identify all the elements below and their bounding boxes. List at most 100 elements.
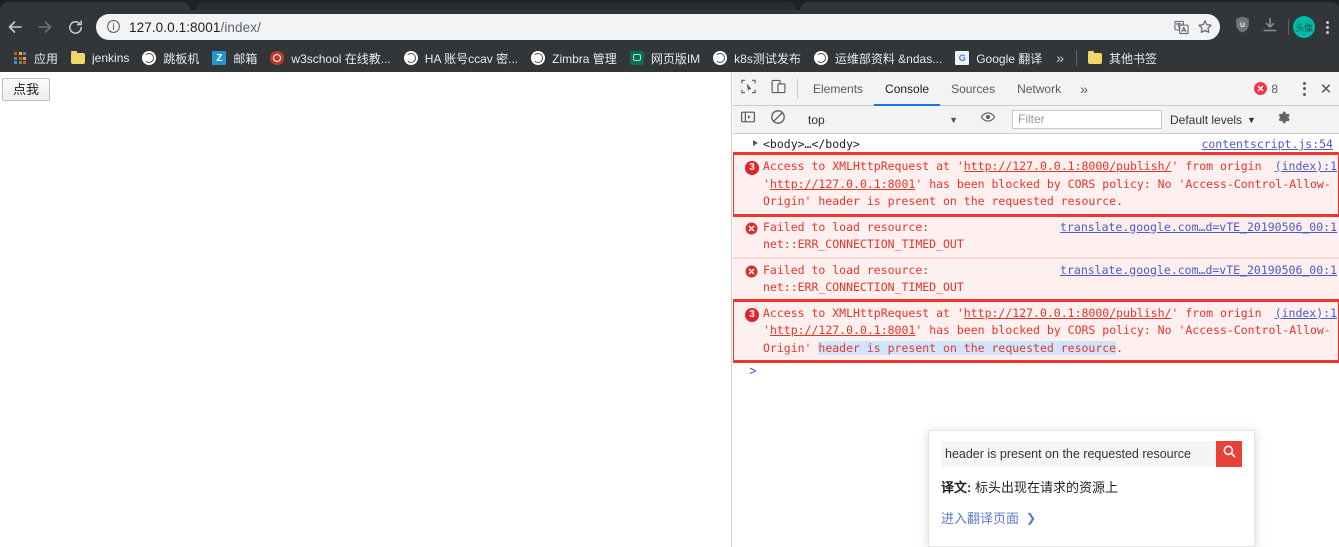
more-tabs-button[interactable]: »: [1072, 72, 1096, 105]
bookmark-label: Google 翻译: [976, 51, 1043, 66]
bookmark-ops-docs[interactable]: 运维部资料 &ndas...: [807, 47, 948, 69]
chrome-menu-button[interactable]: [1315, 12, 1339, 42]
click-me-button[interactable]: 点我: [2, 78, 51, 101]
console-message-error[interactable]: translate.google.com…d=vTE_20190506_00:1…: [733, 257, 1339, 301]
devtools-settings-button[interactable]: [1273, 110, 1295, 130]
avatar[interactable]: 头像: [1293, 16, 1315, 38]
download-button[interactable]: [1256, 12, 1284, 42]
zimbra-z-icon: Z: [211, 50, 227, 66]
chevron-double-right-icon: »: [1080, 80, 1088, 97]
console-message-error[interactable]: 3 (index):1 Access to XMLHttpRequest at …: [733, 298, 1339, 363]
close-icon: ✕: [1319, 80, 1333, 98]
tab-network[interactable]: Network: [1006, 72, 1072, 105]
console-message-error[interactable]: translate.google.com…d=vTE_20190506_00:1…: [733, 214, 1339, 258]
console-source-link[interactable]: (index):1: [1270, 158, 1337, 176]
devtools-menu-button[interactable]: [1293, 72, 1315, 106]
tab-sources[interactable]: Sources: [940, 72, 1006, 105]
inspect-element-button[interactable]: [733, 72, 763, 105]
bookmark-label: w3school 在线教...: [291, 51, 391, 66]
chevron-down-icon: ▼: [949, 114, 958, 125]
bookmark-zimbra-admin[interactable]: Zimbra 管理: [524, 47, 623, 69]
console-filter-input[interactable]: Filter: [1012, 110, 1162, 129]
bookmark-mailbox[interactable]: Z 邮箱: [205, 47, 263, 69]
bookmarks-bar: 应用 jenkins 跳板机 Z 邮箱 w3school 在线教... HA 账…: [0, 44, 1339, 72]
error-text-segment: Failed to load resource:: [763, 262, 930, 277]
log-levels-select[interactable]: Default levels ▼: [1162, 113, 1264, 127]
tab-console[interactable]: Console: [874, 72, 941, 106]
console-repeat-count: 3: [741, 305, 763, 322]
tab-elements[interactable]: Elements: [802, 72, 874, 105]
bookmark-label: 其他书签: [1109, 51, 1158, 66]
bookmark-ha-account[interactable]: HA 账号ccav 密...: [397, 47, 524, 69]
console-repeat-count: 3: [741, 158, 763, 175]
bookmark-label: 运维部资料 &ndas...: [834, 51, 943, 66]
clear-console-icon: [770, 109, 786, 130]
translate-result: 译文: 标头出现在请求的资源上: [941, 477, 1242, 496]
console-prompt[interactable]: >: [733, 361, 1339, 380]
console-message-text: translate.google.com…d=vTE_20190506_00:1…: [763, 261, 1337, 297]
error-url-link[interactable]: http://127.0.0.1:8001: [770, 323, 915, 337]
error-text-segment: Access to XMLHttpRequest at ': [763, 159, 964, 173]
bookmarks-overflow-button[interactable]: »: [1048, 50, 1072, 66]
translate-icon[interactable]: [1170, 16, 1192, 38]
disclosure-triangle-icon[interactable]: [753, 140, 758, 146]
error-count-badge[interactable]: 8: [1254, 82, 1284, 96]
bookmark-web-im[interactable]: 网页版IM: [623, 47, 706, 69]
bookmark-label: Zimbra 管理: [552, 51, 617, 66]
kebab-menu-icon: [1302, 81, 1306, 85]
devtools-close-button[interactable]: ✕: [1315, 80, 1337, 98]
tab-label: Sources: [951, 81, 996, 96]
error-text-segment: .: [1116, 340, 1124, 355]
bookmarks-divider: [1076, 50, 1078, 66]
star-icon[interactable]: [1194, 16, 1216, 38]
bookmark-apps[interactable]: 应用: [6, 47, 64, 69]
bookmark-google-translate[interactable]: G Google 翻译: [948, 47, 1048, 69]
info-circle-icon[interactable]: [106, 19, 122, 35]
execution-context-select[interactable]: top ▼: [802, 110, 964, 130]
devtools-tabbar: Elements Console Sources Network » 8 ✕: [733, 72, 1339, 106]
page-viewport: 点我: [0, 72, 732, 547]
bookmark-other-bookmarks[interactable]: 其他书签: [1081, 47, 1163, 69]
back-button[interactable]: [0, 12, 30, 42]
tabbar-divider: [797, 79, 798, 98]
reload-button[interactable]: [60, 12, 90, 42]
console-sidebar-button[interactable]: [733, 109, 763, 130]
translate-query-text: header is present on the requested resou…: [945, 447, 1191, 461]
chevron-down-icon: ▼: [1247, 114, 1256, 125]
address-bar[interactable]: 127.0.0.1:8001/index/: [96, 14, 1220, 40]
chevron-double-right-icon: »: [1056, 50, 1065, 66]
bookmark-jenkins[interactable]: jenkins: [64, 47, 135, 69]
clear-console-button[interactable]: [763, 109, 793, 130]
console-source-link[interactable]: translate.google.com…d=vTE_20190506_00:1: [1056, 261, 1337, 279]
console-source-link[interactable]: contentscript.js:54: [1201, 136, 1333, 152]
inspect-cursor-icon: [740, 78, 757, 100]
globe-icon: [141, 50, 157, 66]
translate-popup[interactable]: header is present on the requested resou…: [928, 430, 1255, 547]
search-icon: [1222, 444, 1237, 464]
console-message-dom[interactable]: <body>…</body> contentscript.js:54: [733, 134, 1339, 154]
console-source-link[interactable]: translate.google.com…d=vTE_20190506_00:1: [1056, 218, 1337, 236]
error-url-link[interactable]: http://127.0.0.1:8000/publish/: [964, 159, 1172, 173]
bookmark-tiaobanji[interactable]: 跳板机: [135, 47, 205, 69]
forward-button[interactable]: [30, 12, 60, 42]
open-translate-page-link[interactable]: 进入翻译页面 ❯: [941, 508, 1036, 527]
bookmark-k8s[interactable]: k8s测试发布: [706, 47, 807, 69]
error-circle-icon: [741, 262, 763, 279]
chevron-right-icon: ❯: [1026, 510, 1037, 525]
translate-search-button[interactable]: [1216, 441, 1242, 467]
console-source-link[interactable]: (index):1: [1270, 304, 1337, 322]
live-expression-button[interactable]: [973, 109, 1003, 130]
console-message-error[interactable]: 3 (index):1 Access to XMLHttpRequest at …: [733, 152, 1339, 217]
translate-search-bar[interactable]: header is present on the requested resou…: [941, 441, 1242, 467]
bookmark-label: 应用: [34, 51, 59, 66]
error-url-link[interactable]: http://127.0.0.1:8000/publish/: [964, 306, 1172, 320]
console-message-text: (index):1 Access to XMLHttpRequest at 'h…: [763, 158, 1337, 211]
error-circle-icon: [741, 219, 763, 236]
error-url-link[interactable]: http://127.0.0.1:8001: [770, 177, 915, 191]
folder-icon: [1087, 50, 1103, 66]
open-translate-page-label: 进入翻译页面: [941, 511, 1020, 526]
address-bar-actions: [1170, 14, 1216, 40]
extension-button[interactable]: U: [1228, 12, 1256, 42]
bookmark-w3school[interactable]: w3school 在线教...: [263, 47, 396, 69]
device-toolbar-button[interactable]: [763, 72, 793, 105]
